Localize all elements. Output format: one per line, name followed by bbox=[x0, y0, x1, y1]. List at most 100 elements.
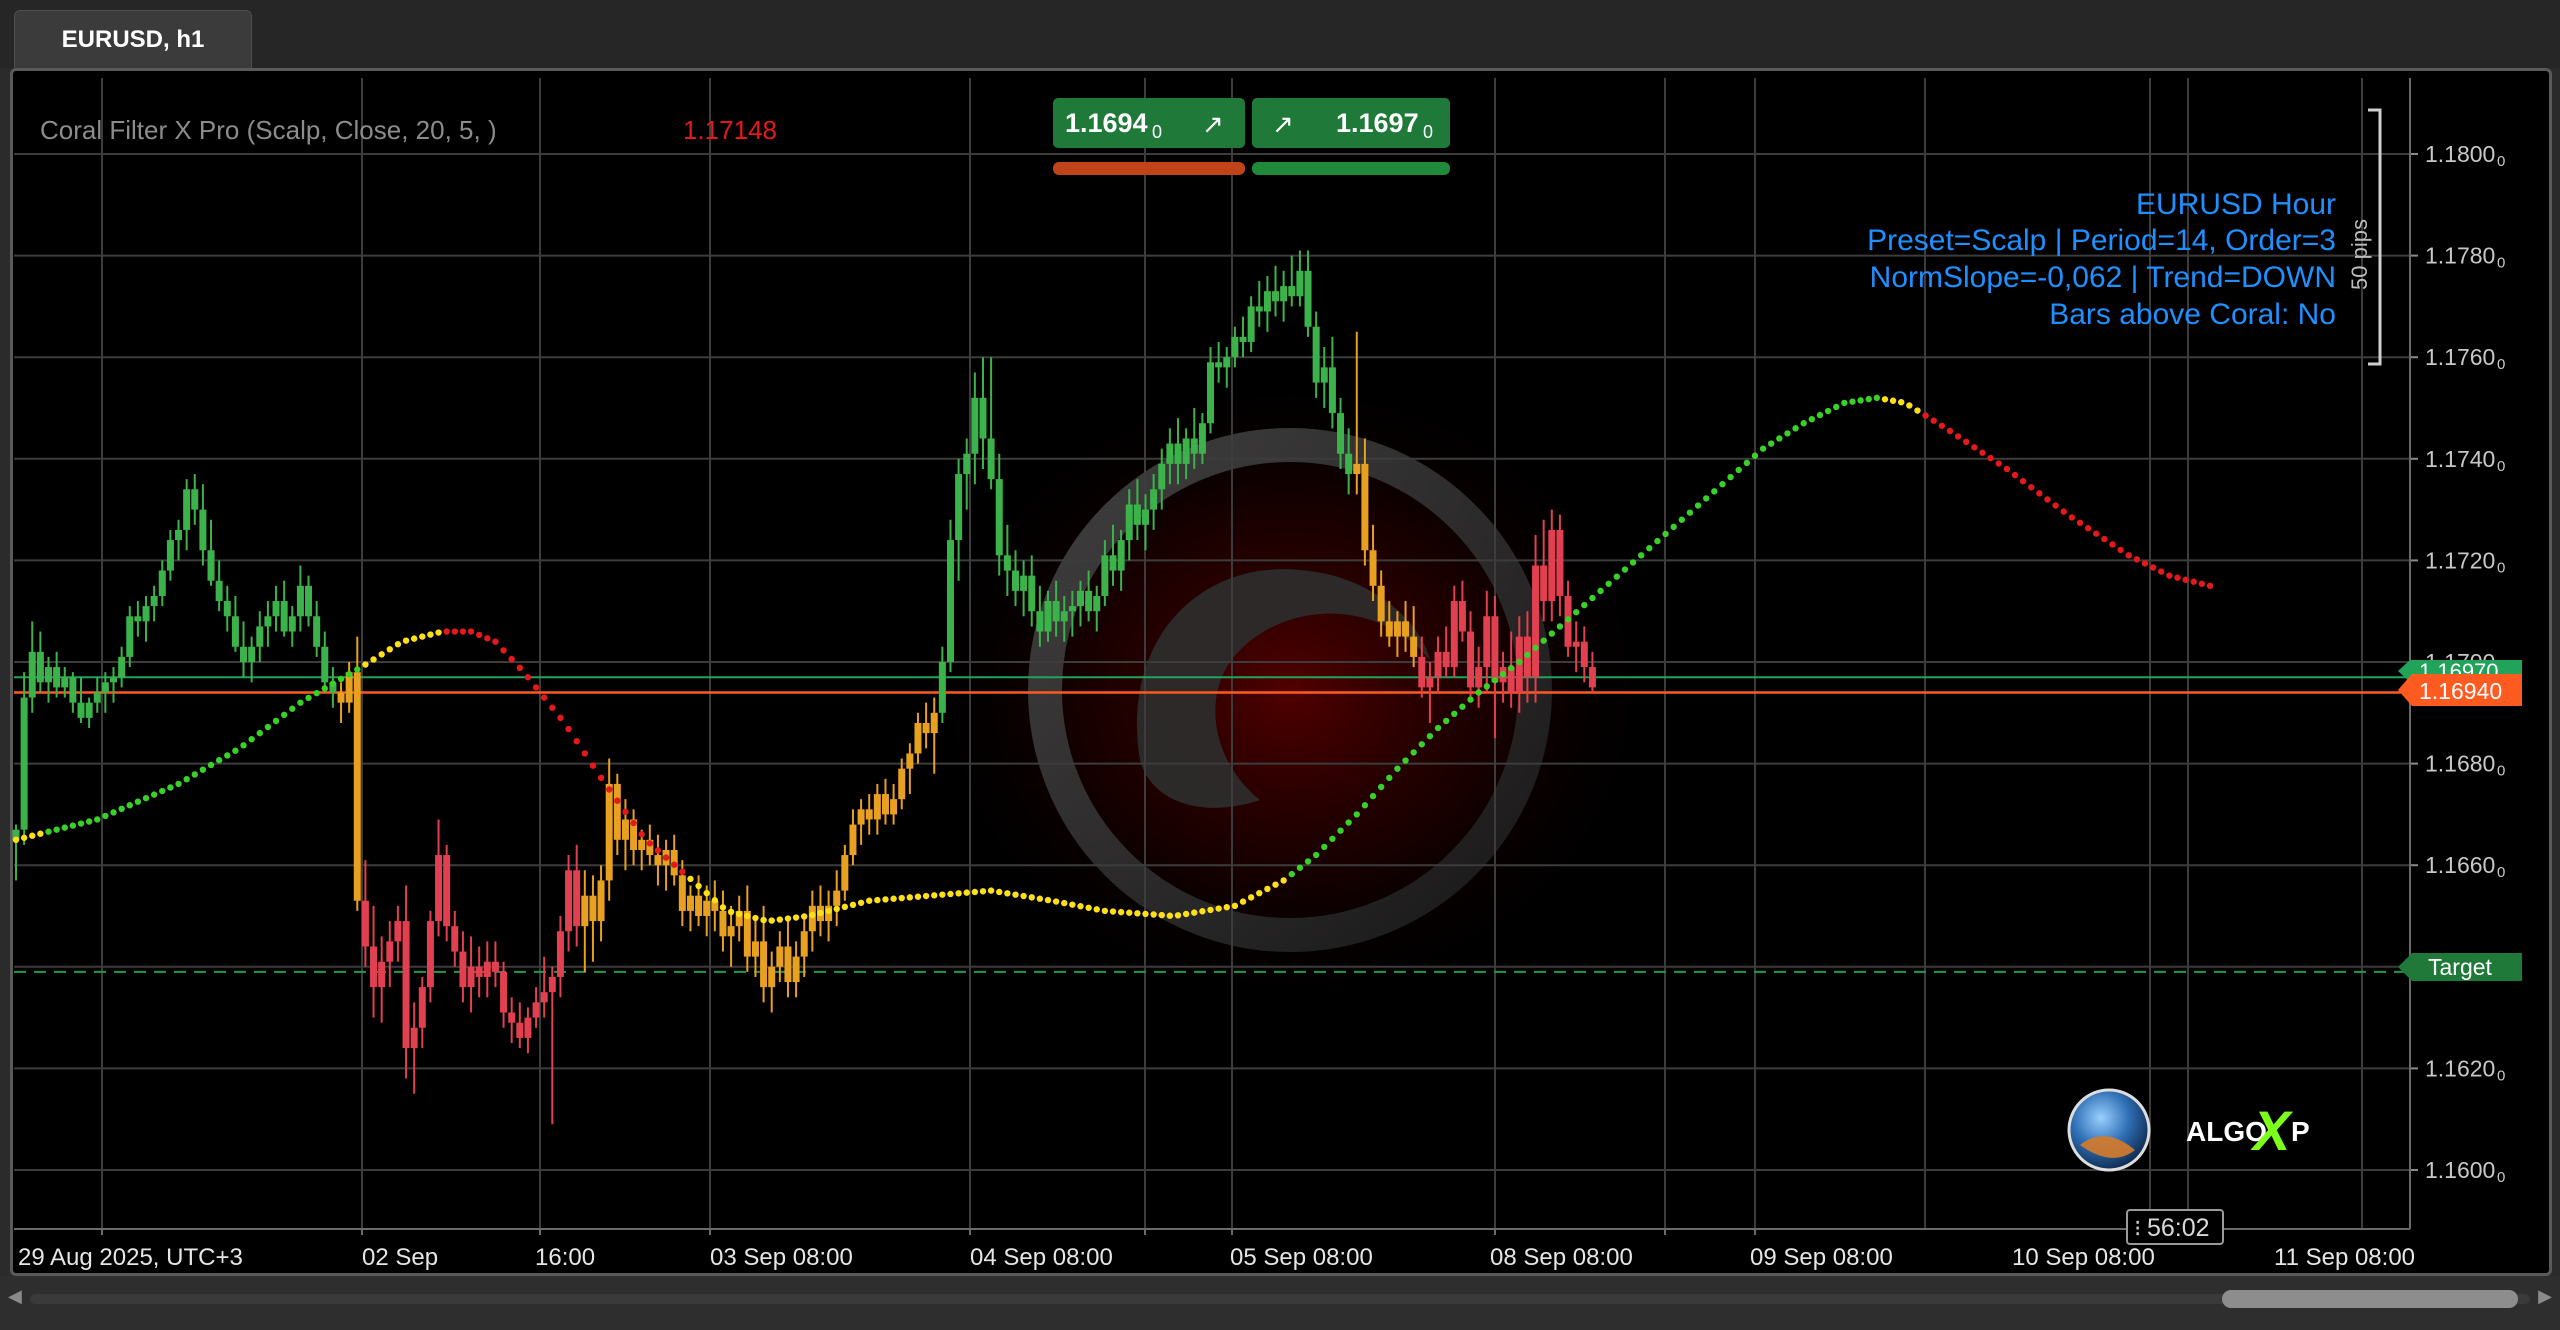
candle-body bbox=[288, 616, 296, 632]
coral-dot-63 bbox=[524, 674, 532, 681]
candle-body bbox=[223, 601, 231, 617]
price-tick-label: 1.1620 bbox=[2425, 1055, 2495, 1081]
coral-dot-153 bbox=[1256, 889, 1263, 897]
time-label-8: 10 Sep 08:00 bbox=[2012, 1244, 2155, 1271]
candle-156 bbox=[1280, 270, 1288, 322]
candle-body bbox=[418, 987, 426, 1028]
candle-102 bbox=[841, 844, 849, 901]
coral-dot-110 bbox=[906, 894, 914, 901]
coral-dot-2 bbox=[29, 832, 36, 839]
candle-100 bbox=[825, 890, 833, 942]
coral-dot-191 bbox=[1564, 616, 1572, 623]
candle-body bbox=[727, 926, 735, 937]
coral-dot-138 bbox=[1134, 910, 1141, 917]
coral-dot-158 bbox=[1296, 864, 1304, 871]
coral-dot-108 bbox=[890, 895, 897, 902]
candle-37 bbox=[313, 601, 321, 657]
candle-body bbox=[280, 601, 288, 632]
candle-body bbox=[963, 453, 971, 475]
buy-bar bbox=[1252, 162, 1450, 175]
candle-151 bbox=[1239, 316, 1247, 358]
candle-body bbox=[313, 616, 321, 647]
coral-dot-247 bbox=[2019, 477, 2027, 485]
coral-dot-18 bbox=[159, 787, 166, 795]
coral-dot-62 bbox=[516, 664, 524, 672]
coral-dot-144 bbox=[1182, 910, 1190, 918]
coral-dot-176 bbox=[1442, 717, 1450, 725]
coral-dot-12 bbox=[110, 809, 117, 816]
time-axis[interactable]: 29 Aug 2025, UTC+3 02 Sep 16:00 03 Sep 08:0… bbox=[14, 1228, 2415, 1271]
coral-dot-182 bbox=[1491, 677, 1499, 684]
candle-13 bbox=[118, 646, 126, 688]
price-tick-label: 1.1800 bbox=[2425, 141, 2495, 167]
candle-body bbox=[1588, 667, 1596, 688]
candle-74 bbox=[613, 773, 621, 856]
horizontal-scrollbar[interactable] bbox=[30, 1294, 2530, 1304]
info-line-3: NormSlope=-0,062 | Trend=DOWN bbox=[1870, 261, 2336, 294]
coral-dot-239 bbox=[1954, 433, 1962, 440]
coral-dot-121 bbox=[996, 888, 1003, 896]
coral-dot-161 bbox=[1321, 843, 1328, 851]
coral-dot-46 bbox=[386, 646, 393, 653]
target-marker: Target bbox=[2398, 953, 2522, 981]
candle-109 bbox=[898, 758, 906, 810]
candle-body bbox=[126, 616, 134, 657]
coral-dot-91 bbox=[752, 914, 759, 922]
chart-svg[interactable]: Coral Filter X Pro (Scalp, Close, 20, 5,… bbox=[0, 0, 2560, 1330]
candle-107 bbox=[881, 778, 889, 825]
scrollbar-thumb[interactable] bbox=[2222, 1290, 2518, 1308]
coral-dot-174 bbox=[1426, 732, 1434, 740]
coral-dot-270 bbox=[2206, 582, 2214, 589]
candle-body bbox=[1312, 326, 1320, 383]
candle-body bbox=[231, 616, 239, 647]
coral-dot-6 bbox=[61, 824, 68, 831]
candle-body bbox=[36, 651, 44, 683]
coral-dot-175 bbox=[1434, 724, 1442, 732]
candle-body bbox=[589, 895, 597, 922]
bid-label: 1.16940 bbox=[2419, 678, 2502, 704]
time-label-5: 05 Sep 08:00 bbox=[1230, 1244, 1373, 1271]
coral-dot-119 bbox=[979, 888, 987, 895]
candle-152 bbox=[1247, 296, 1255, 353]
globe-logo-icon bbox=[2067, 1088, 2151, 1172]
sell-button[interactable]: 1.1694 0 ↗ bbox=[1053, 98, 1245, 148]
price-tick-label: 1.1600 bbox=[2425, 1157, 2495, 1183]
candle-body bbox=[922, 722, 930, 734]
sell-bar bbox=[1053, 162, 1245, 175]
coral-dot-99 bbox=[817, 909, 824, 917]
coral-dot-152 bbox=[1247, 894, 1255, 901]
buy-button[interactable]: ↗ 1.1697 0 bbox=[1252, 98, 1450, 148]
coral-dot-199 bbox=[1629, 559, 1637, 566]
coral-dot-226 bbox=[1849, 398, 1856, 405]
coral-dot-203 bbox=[1662, 530, 1669, 538]
scroll-right-icon[interactable]: ▶ bbox=[2532, 1286, 2552, 1308]
coral-dot-26 bbox=[224, 752, 231, 759]
coral-dot-177 bbox=[1451, 710, 1458, 718]
candle-98 bbox=[808, 890, 816, 952]
coral-dot-101 bbox=[833, 905, 840, 913]
coral-dot-23 bbox=[199, 766, 207, 773]
coral-dot-256 bbox=[2093, 530, 2100, 537]
coral-dot-128 bbox=[1052, 898, 1060, 905]
coral-dot-42 bbox=[354, 666, 361, 673]
candle-53 bbox=[443, 844, 451, 942]
coral-dot-141 bbox=[1158, 911, 1165, 919]
price-tick-label: 1.1680 bbox=[2425, 751, 2495, 777]
candle-body bbox=[402, 921, 410, 1049]
coral-dot-14 bbox=[126, 802, 133, 809]
candle-body bbox=[1337, 413, 1345, 454]
candle-body bbox=[1385, 621, 1393, 637]
coral-dot-9 bbox=[85, 818, 93, 825]
candle-body bbox=[1288, 286, 1296, 297]
coral-dot-242 bbox=[1979, 449, 1986, 456]
coral-dot-260 bbox=[2125, 552, 2132, 559]
scroll-left-icon[interactable]: ◀ bbox=[8, 1286, 28, 1308]
trade-panel: 1.1694 0 ↗ ↗ 1.1697 0 bbox=[1053, 98, 1450, 175]
candle-body bbox=[719, 910, 727, 937]
candle-body bbox=[1369, 550, 1377, 586]
coral-dot-252 bbox=[2060, 508, 2067, 515]
price-axis[interactable]: 1.180001.178001.176001.174001.172001.170… bbox=[2409, 78, 2505, 1229]
coral-dot-102 bbox=[841, 903, 849, 911]
candle-51 bbox=[426, 910, 434, 1003]
time-label-2: 16:00 bbox=[535, 1244, 595, 1271]
